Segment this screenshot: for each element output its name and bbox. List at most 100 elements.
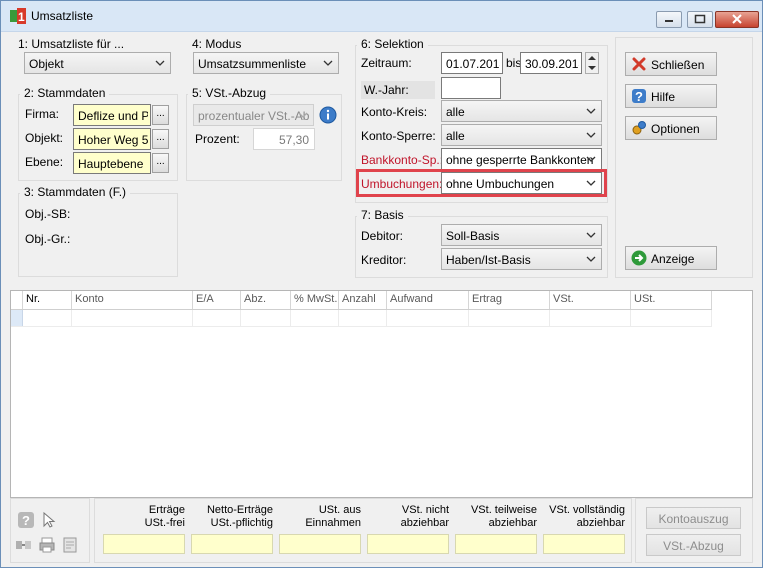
table-cell[interactable] — [193, 310, 241, 326]
debitor-select[interactable]: Soll-Basis — [441, 224, 602, 246]
column-header[interactable]: Ertrag — [469, 291, 550, 309]
table-cell[interactable] — [631, 310, 712, 326]
zeitraum-von-field[interactable]: 01.07.2018 — [441, 52, 503, 74]
sum-label-line: USt.-frei — [144, 517, 185, 529]
minimize-button[interactable] — [656, 11, 682, 28]
button-label: Hilfe — [651, 90, 676, 104]
zeitraum-von-value: 01.07.2018 — [446, 57, 500, 71]
sum-label-line: VSt. nicht — [401, 504, 449, 516]
prozent-field[interactable]: 57,30 — [253, 128, 315, 150]
konto-sperre-label: Konto-Sperre: — [361, 129, 436, 143]
table-cell[interactable] — [241, 310, 291, 326]
table-cell[interactable] — [339, 310, 387, 326]
close-icon — [732, 14, 742, 24]
export-icon[interactable] — [61, 536, 79, 554]
maximize-icon — [694, 14, 706, 24]
column-header[interactable]: % MwSt. — [291, 291, 339, 309]
spin-up-icon[interactable] — [586, 53, 598, 63]
optionen-button[interactable]: Optionen — [625, 116, 717, 140]
button-label: VSt.-Abzug — [663, 539, 724, 553]
group-frame-top — [405, 216, 608, 217]
table-cell[interactable] — [387, 310, 469, 326]
pointer-icon[interactable] — [40, 511, 58, 529]
column-header[interactable]: Nr. — [23, 291, 72, 309]
sum-label-ust-aus-einnahmen: USt. aus Einnahmen — [281, 504, 361, 530]
umbuchungen-select[interactable]: ohne Umbuchungen — [441, 172, 602, 194]
minimize-icon — [665, 20, 673, 22]
table-cell[interactable] — [550, 310, 631, 326]
close-x-icon — [632, 57, 646, 71]
column-header[interactable]: Aufwand — [387, 291, 469, 309]
column-header[interactable]: E/A — [193, 291, 241, 309]
ebene-browse-button[interactable]: ... — [152, 153, 169, 173]
row-selector[interactable] — [11, 310, 23, 326]
window-title: Umsatzliste — [31, 9, 94, 23]
ebene-value: Hauptebene — [78, 157, 144, 171]
schliessen-button[interactable]: Schließen — [625, 52, 717, 76]
column-header[interactable]: Anzahl — [339, 291, 387, 309]
group-title: 5: VSt.-Abzug — [192, 86, 271, 100]
select-value: alle — [446, 105, 465, 119]
w-jahr-label: W.-Jahr: — [361, 81, 435, 99]
kreditor-label: Kreditor: — [361, 253, 407, 267]
info-icon[interactable] — [319, 106, 337, 124]
spin-down-icon[interactable] — [586, 63, 598, 73]
group-title: 7: Basis — [361, 208, 408, 222]
printer-icon[interactable] — [38, 536, 56, 554]
sum-label-line: VSt. teilweise — [470, 504, 537, 516]
title-bar: 1 Umsatzliste — [1, 1, 762, 32]
umsatzliste-fuer-select[interactable]: Objekt — [24, 52, 171, 74]
table-cell[interactable] — [291, 310, 339, 326]
chevron-down-icon — [586, 180, 596, 186]
zeitraum-bis-value: 30.09.2018 — [525, 57, 579, 71]
prozent-value: 57,30 — [278, 133, 309, 147]
help-icon[interactable]: ? — [17, 511, 35, 529]
group-frame-top — [104, 94, 178, 95]
sum-label-line: Erträge — [148, 504, 185, 516]
hilfe-button[interactable]: ? Hilfe — [625, 84, 717, 108]
vst-abzug-select[interactable]: prozentualer VSt.-Ab — [193, 104, 314, 126]
maximize-button[interactable] — [687, 11, 713, 28]
zeitraum-spinner[interactable] — [585, 52, 599, 74]
column-header[interactable]: Konto — [72, 291, 193, 309]
bankkonto-sp-label: Bankkonto-Sp.: — [361, 153, 444, 167]
firma-field[interactable]: Deflize und Par — [73, 104, 151, 126]
zeitraum-bis-field[interactable]: 30.09.2018 — [520, 52, 582, 74]
vst-abzug-button[interactable]: VSt.-Abzug — [646, 534, 741, 556]
table-cell[interactable] — [469, 310, 550, 326]
sum-field-vst-teilweise — [455, 534, 537, 554]
firma-label: Firma: — [25, 107, 59, 121]
switch-icon[interactable] — [15, 536, 33, 554]
chevron-down-icon — [155, 60, 165, 66]
select-value: ohne gesperrte Bankkonten — [446, 153, 594, 167]
table-cell[interactable] — [72, 310, 193, 326]
group-frame-top — [18, 94, 20, 95]
umsatz-table[interactable]: Nr. Konto E/A Abz. % MwSt. Anzahl Aufwan… — [10, 290, 753, 498]
objekt-label: Objekt: — [25, 131, 64, 145]
firma-browse-button[interactable]: ... — [152, 105, 169, 125]
ebene-field[interactable]: Hauptebene — [73, 152, 151, 174]
column-header[interactable]: VSt. — [550, 291, 631, 309]
ebene-label: Ebene: — [25, 155, 64, 169]
anzeige-button[interactable]: Anzeige — [625, 246, 717, 270]
group-frame-top — [18, 193, 20, 194]
objekt-browse-button[interactable]: ... — [152, 129, 169, 149]
sum-label-line: USt.-pflichtig — [210, 517, 273, 529]
kontoauszug-button[interactable]: Kontoauszug — [646, 507, 741, 529]
bankkonto-sp-select[interactable]: ohne gesperrte Bankkonten — [441, 148, 602, 170]
svg-text:?: ? — [635, 89, 643, 104]
konto-kreis-select[interactable]: alle — [441, 100, 602, 122]
column-header[interactable]: Abz. — [241, 291, 291, 309]
modus-select[interactable]: Umsatzsummenliste — [193, 52, 339, 74]
column-header[interactable]: USt. — [631, 291, 712, 309]
kreditor-select[interactable]: Haben/Ist-Basis — [441, 248, 602, 270]
chevron-down-icon — [586, 256, 596, 262]
w-jahr-field[interactable] — [441, 77, 501, 99]
obj-gr-label: Obj.-Gr.: — [25, 232, 71, 246]
table-row[interactable] — [11, 310, 712, 327]
konto-sperre-select[interactable]: alle — [441, 124, 602, 146]
objekt-field[interactable]: Hoher Weg 59 — [73, 128, 151, 150]
close-window-button[interactable] — [715, 11, 759, 28]
table-cell[interactable] — [23, 310, 72, 326]
firma-value: Deflize und Par — [78, 109, 148, 123]
